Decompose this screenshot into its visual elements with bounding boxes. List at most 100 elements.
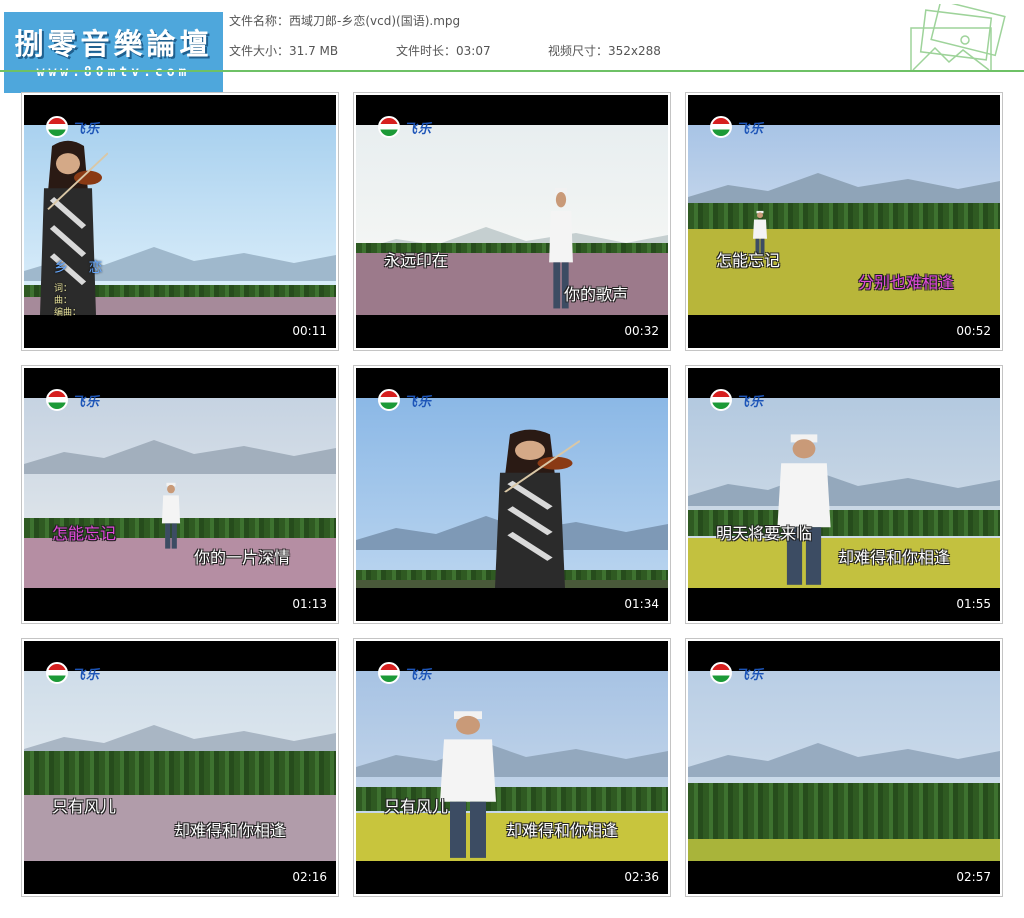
thumbnail-frame: 飞乐永远印在你的歌声 00:32 <box>356 95 668 348</box>
video-thumbnail[interactable]: 飞乐 02:57 <box>685 638 1003 897</box>
lyric-line-right: 你的歌声 <box>564 285 629 304</box>
channel-logo: 飞乐 <box>46 389 100 411</box>
channel-logo: 飞乐 <box>710 389 764 411</box>
singer-figure <box>161 482 181 549</box>
logo-title: 捌零音樂論壇 <box>14 27 213 61</box>
lyric-line-right: 却难得和你相逢 <box>838 548 951 567</box>
channel-logo-text: 飞乐 <box>736 121 765 137</box>
thumbnail-timestamp: 02:57 <box>956 870 991 884</box>
thumbnail-frame: 飞乐只有风儿却难得和你相逢 02:36 <box>356 641 668 894</box>
thumbnail-frame: 飞乐怎能忘记你的一片深情 01:13 <box>24 368 336 621</box>
thumbnail-timestamp: 00:32 <box>624 324 659 338</box>
frame-treeline <box>688 783 1000 841</box>
frame-mountains <box>356 743 668 777</box>
tv-channel-logo-icon <box>46 116 68 138</box>
channel-logo: 飞乐 <box>378 662 432 684</box>
video-thumbnail[interactable]: 飞乐只有风儿却难得和你相逢 02:16 <box>21 638 339 897</box>
lyric-line-left: 只有风儿 <box>52 797 117 816</box>
singer-figure <box>440 711 496 858</box>
channel-logo-text: 飞乐 <box>736 394 765 410</box>
tv-channel-logo-icon <box>710 116 732 138</box>
frame-mountains <box>688 743 1000 777</box>
tv-channel-logo-icon <box>46 662 68 684</box>
channel-logo-text: 飞乐 <box>72 667 101 683</box>
channel-logo-text: 飞乐 <box>736 667 765 683</box>
lyric-line-right: 却难得和你相逢 <box>174 821 287 840</box>
video-resolution-label: 视频尺寸： <box>548 44 609 58</box>
video-thumbnail[interactable]: 飞乐乡 恋词： 曲： 编曲： 00:11 <box>21 92 339 351</box>
logo-url: www.80mtv.com <box>36 65 191 80</box>
lyric-line-left: 怎能忘记 <box>52 524 117 543</box>
channel-logo: 飞乐 <box>378 389 432 411</box>
thumbnail-frame: 飞乐 02:57 <box>688 641 1000 894</box>
frame-mountains <box>688 472 1000 506</box>
thumbnail-timestamp: 01:55 <box>956 597 991 611</box>
tv-channel-logo-icon <box>710 662 732 684</box>
video-resolution-info: 视频尺寸：352x288 <box>548 42 661 59</box>
lyric-line-left: 永远印在 <box>384 251 449 270</box>
file-duration-value: 03:07 <box>456 44 491 58</box>
lyric-line-left: 只有风儿 <box>384 797 449 816</box>
video-frame-image <box>688 671 1000 861</box>
image-gallery-icon <box>910 4 1006 72</box>
file-name-label: 文件名称： <box>229 14 290 28</box>
tv-channel-logo-icon <box>378 116 400 138</box>
lyric-line-right: 你的一片深情 <box>194 548 291 567</box>
channel-logo-text: 飞乐 <box>404 667 433 683</box>
thumbnail-timestamp: 01:13 <box>292 597 327 611</box>
file-duration-label: 文件时长： <box>396 44 457 58</box>
thumbnail-frame: 飞乐怎能忘记分别也难相逢 00:52 <box>688 95 1000 348</box>
tv-channel-logo-icon <box>378 389 400 411</box>
video-thumbnail[interactable]: 飞乐怎能忘记你的一片深情 01:13 <box>21 365 339 624</box>
video-thumbnail[interactable]: 飞乐明天将要来临却难得和你相逢 01:55 <box>685 365 1003 624</box>
file-size-label: 文件大小： <box>229 44 290 58</box>
credit-line: 编曲： <box>54 308 82 318</box>
frame-mountains <box>688 173 1000 207</box>
channel-logo: 飞乐 <box>46 116 100 138</box>
video-thumbnail[interactable]: 飞乐怎能忘记分别也难相逢 00:52 <box>685 92 1003 351</box>
thumbnail-timestamp: 02:36 <box>624 870 659 884</box>
lyric-line-right: 却难得和你相逢 <box>506 821 619 840</box>
tv-channel-logo-icon <box>710 389 732 411</box>
channel-logo: 飞乐 <box>710 662 764 684</box>
channel-logo: 飞乐 <box>46 662 100 684</box>
site-logo: 捌零音樂論壇 www.80mtv.com <box>4 12 223 93</box>
video-thumbnail[interactable]: 飞乐永远印在你的歌声 00:32 <box>353 92 671 351</box>
thumbnail-frame: 飞乐只有风儿却难得和你相逢 02:16 <box>24 641 336 894</box>
frame-treeline <box>24 751 336 795</box>
thumbnail-timestamp: 01:34 <box>624 597 659 611</box>
lyric-line-right: 分别也难相逢 <box>858 273 955 292</box>
lyric-line-left: 明天将要来临 <box>716 524 813 543</box>
thumbnail-frame: 飞乐乡 恋词： 曲： 编曲： 00:11 <box>24 95 336 348</box>
singer-figure <box>777 434 831 585</box>
file-name-value: 西域刀郎-乡恋(vcd)(国语).mpg <box>289 14 461 28</box>
tv-channel-logo-icon <box>378 662 400 684</box>
channel-logo-text: 飞乐 <box>404 394 433 410</box>
thumbnail-frame: 飞乐明天将要来临却难得和你相逢 01:55 <box>688 368 1000 621</box>
channel-logo-text: 飞乐 <box>72 394 101 410</box>
channel-logo-text: 飞乐 <box>72 121 101 137</box>
violinist-figure <box>495 429 580 588</box>
thumbnail-timestamp: 00:11 <box>292 324 327 338</box>
video-frame-image <box>356 398 668 588</box>
channel-logo-text: 飞乐 <box>404 121 433 137</box>
thumbnail-timestamp: 02:16 <box>292 870 327 884</box>
thumbnail-timestamp: 00:52 <box>956 324 991 338</box>
lyric-line-left: 怎能忘记 <box>716 251 781 270</box>
frame-treeline <box>688 203 1000 229</box>
video-resolution-value: 352x288 <box>608 44 661 58</box>
thumbnail-frame: 飞乐 01:34 <box>356 368 668 621</box>
file-duration-info: 文件时长：03:07 <box>396 42 491 59</box>
file-size-value: 31.7 MB <box>289 44 339 58</box>
tv-channel-logo-icon <box>46 389 68 411</box>
channel-logo: 飞乐 <box>378 116 432 138</box>
video-thumbnail[interactable]: 飞乐只有风儿却难得和你相逢 02:36 <box>353 638 671 897</box>
frame-field <box>688 839 1000 861</box>
channel-logo: 飞乐 <box>710 116 764 138</box>
video-thumbnail[interactable]: 飞乐 01:34 <box>353 365 671 624</box>
header-divider <box>0 70 1024 72</box>
file-size-info: 文件大小：31.7 MB <box>229 42 338 59</box>
song-title-overlay: 乡 恋 <box>54 260 111 276</box>
frame-mountains <box>24 440 336 474</box>
file-name-info: 文件名称：西域刀郎-乡恋(vcd)(国语).mpg <box>229 12 460 29</box>
